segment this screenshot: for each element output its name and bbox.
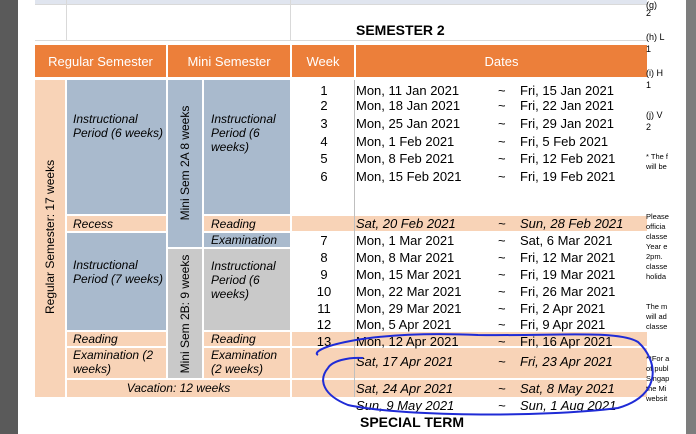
window-edge-left	[0, 0, 18, 434]
document-page: SEMESTER 2 Regular Semester Mini Semeste…	[18, 0, 686, 434]
pen-annotation	[315, 333, 654, 416]
window-edge-right	[686, 0, 696, 434]
annotation-circle	[315, 333, 654, 416]
